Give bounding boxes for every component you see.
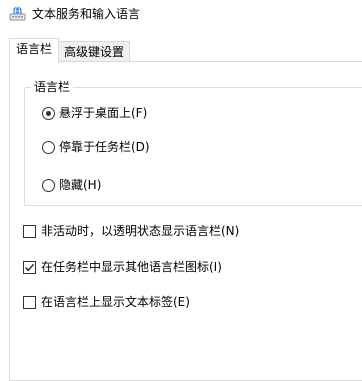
radio-hidden[interactable]: 隐藏(H) — [42, 176, 101, 194]
radio-label: 悬浮于桌面上(F) — [59, 106, 148, 120]
checkbox-show-extra-icons-in-taskbar[interactable]: 在任务栏中显示其他语言栏图标(I) — [23, 258, 222, 276]
checkbox[interactable] — [23, 224, 36, 238]
checkbox-label: 在语言栏上显示文本标签(E) — [41, 295, 190, 309]
radio-button[interactable] — [42, 178, 55, 192]
text-services-icon — [9, 6, 26, 21]
checkbox[interactable] — [23, 260, 36, 274]
radio-dock-in-taskbar[interactable]: 停靠于任务栏(D) — [42, 138, 150, 156]
radio-label: 停靠于任务栏(D) — [59, 140, 150, 154]
checkbox[interactable] — [23, 295, 36, 309]
checkbox-label: 非活动时，以透明状态显示语言栏(N) — [41, 224, 240, 238]
checkbox-show-text-labels[interactable]: 在语言栏上显示文本标签(E) — [23, 293, 190, 311]
tab-language-bar[interactable]: 语言栏 — [9, 38, 59, 63]
radio-float-on-desktop[interactable]: 悬浮于桌面上(F) — [42, 104, 147, 122]
checkmark-icon — [25, 263, 35, 271]
radio-label: 隐藏(H) — [59, 178, 102, 192]
tab-strip: 语言栏 高级键设置 — [0, 38, 362, 63]
tab-advanced-key-settings[interactable]: 高级键设置 — [58, 41, 130, 62]
group-legend: 语言栏 — [31, 79, 74, 95]
checkbox-label: 在任务栏中显示其他语言栏图标(I) — [41, 260, 222, 274]
title-bar: 文本服务和输入语言 — [0, 0, 362, 30]
radio-button[interactable] — [42, 106, 55, 120]
radio-button[interactable] — [42, 140, 55, 154]
window-title: 文本服务和输入语言 — [32, 7, 141, 21]
checkbox-transparent-when-inactive[interactable]: 非活动时，以透明状态显示语言栏(N) — [23, 222, 239, 240]
